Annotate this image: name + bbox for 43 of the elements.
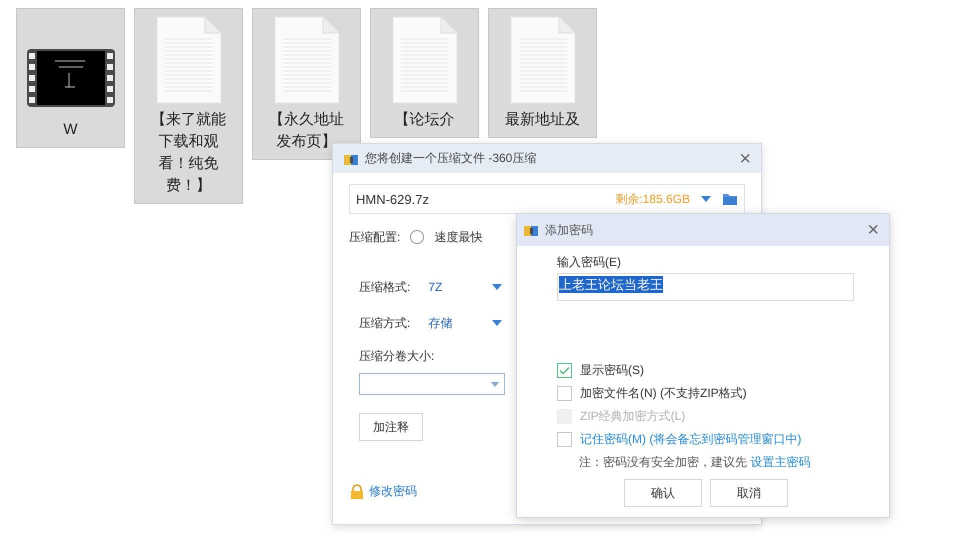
set-master-password-link[interactable]: 设置主密码 (750, 455, 810, 469)
field-label: 压缩方式: (359, 314, 410, 332)
note-text: 注：密码没有安全加密，建议先 设置主密码 (579, 454, 812, 471)
checkbox-label: ZIP经典加密方式(L) (580, 408, 686, 424)
password-value: 上老王论坛当老王 (559, 276, 663, 293)
field-label: 压缩配置: (349, 228, 400, 246)
volume-size-dropdown[interactable] (359, 373, 505, 395)
field-label: 压缩分卷大小: (359, 348, 436, 365)
change-password-link[interactable]: 修改密码 (369, 483, 417, 500)
checkbox-label: 显示密码(S) (580, 362, 644, 378)
checkbox[interactable] (557, 386, 572, 400)
dropdown-caret-icon[interactable] (490, 380, 500, 388)
checkbox[interactable] (557, 432, 572, 446)
dropdown-caret-icon[interactable] (491, 283, 503, 291)
cancel-button[interactable]: 取消 (710, 479, 788, 507)
checkbox-label: 加密文件名(N) (不支持ZIP格式) (580, 384, 747, 402)
dropdown-caret-icon[interactable] (700, 195, 712, 203)
file-name: 【来了就能下载和观看！纯免费！】 (150, 110, 227, 196)
confirm-button[interactable]: 确认 (624, 479, 702, 507)
file-name: 【永久地址发布页】 (268, 110, 345, 152)
file-name: W (62, 120, 79, 140)
file-name-value: HMN-629.7z (356, 192, 430, 206)
close-button[interactable]: × (739, 148, 751, 168)
folder-icon[interactable] (722, 191, 738, 207)
window-title: 添加密码 (545, 222, 594, 238)
add-comment-button[interactable]: 加注释 (359, 413, 423, 441)
checkbox-label: 记住密码(M) (将会备忘到密码管理窗口中) (580, 430, 802, 448)
field-label: 压缩格式: (359, 278, 410, 296)
radio-button[interactable] (410, 230, 424, 244)
close-button[interactable]: × (867, 220, 879, 240)
field-label: 输入密码(E) (557, 254, 622, 271)
window-title: 您将创建一个压缩文件 -360压缩 (365, 150, 538, 167)
dropdown-value[interactable]: 存储 (428, 314, 491, 332)
lock-icon (349, 484, 365, 500)
dropdown-caret-icon[interactable] (491, 319, 503, 327)
password-field[interactable]: 上老王论坛当老王 (557, 273, 854, 301)
radio-label: 速度最快 (434, 228, 482, 246)
checkbox[interactable] (557, 362, 572, 378)
free-space: 剩余:185.6GB (615, 190, 690, 208)
file-name: 最新地址及 (504, 110, 581, 130)
video-file-icon (24, 47, 116, 109)
file-name: 【论坛介 (394, 110, 456, 130)
dropdown-value[interactable]: 7Z (428, 280, 491, 294)
